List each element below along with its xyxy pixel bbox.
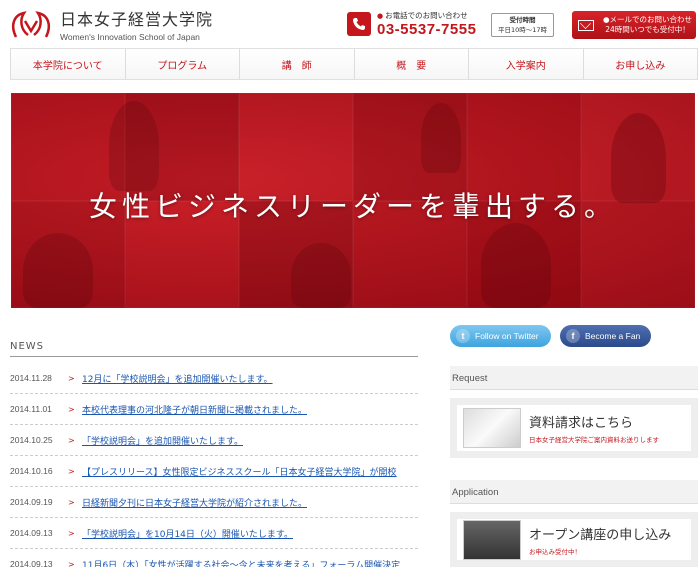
arrow-right-icon: > — [68, 559, 75, 567]
arrow-right-icon: > — [68, 373, 75, 383]
facebook-icon: f — [566, 329, 580, 343]
news-link[interactable]: 11月6日（木）「女性が活躍する社会〜今と未来を考える」フォーラム開催決定 — [82, 558, 400, 567]
news-date: 2014.09.13 — [10, 528, 53, 538]
twitter-follow-button[interactable]: t Follow on Twitter — [450, 325, 551, 347]
application-heading: Application — [450, 480, 698, 504]
nav-item-about[interactable]: 本学院について — [10, 49, 126, 79]
list-item: 2014.10.16 > 【プレスリリース】女性限定ビジネススクール「日本女子経… — [10, 456, 418, 487]
facebook-label: Become a Fan — [585, 331, 641, 341]
application-banner[interactable]: オープン講座の申し込み お申込み受付中！ — [450, 512, 698, 567]
news-date: 2014.11.01 — [10, 404, 52, 414]
site-logo[interactable]: 日本女子経営大学院 Women's Innovation School of J… — [8, 6, 213, 42]
news-link[interactable]: 「学校説明会」を10月14日（火）開催いたします。 — [82, 527, 293, 540]
lecture-hall-image — [463, 519, 521, 560]
news-link[interactable]: 本校代表理事の河北隆子が朝日新聞に掲載されました。 — [82, 403, 307, 416]
list-item: 2014.11.01 > 本校代表理事の河北隆子が朝日新聞に掲載されました。 — [10, 394, 418, 425]
twitter-label: Follow on Twitter — [475, 331, 539, 341]
request-title: 資料請求はこちら — [529, 416, 634, 431]
site-header: 日本女子経営大学院 Women's Innovation School of J… — [0, 0, 700, 48]
arrow-right-icon: > — [68, 497, 75, 507]
request-banner[interactable]: 資料請求はこちら 日本女子経営大学院ご案内資料お送りします — [450, 398, 698, 458]
hero-headline: 女性ビジネスリーダーを輩出する。 — [88, 190, 617, 223]
news-link[interactable]: 「学校説明会」を追加開催いたします。 — [82, 434, 243, 447]
mail-line1: ●メールでのお問い合わせ — [602, 15, 693, 24]
phone-number[interactable]: 03-5537-7555 — [377, 21, 476, 38]
application-subtitle: お申込み受付中！ — [529, 547, 581, 556]
nav-item-lecturers[interactable]: 講 師 — [240, 49, 355, 79]
hours-value: 平日10時〜17時 — [497, 26, 548, 34]
arrow-right-icon: > — [68, 528, 75, 538]
news-link[interactable]: 【プレスリリース】女性限定ビジネススクール「日本女子経営大学院」が開校 — [82, 465, 397, 478]
request-heading: Request — [450, 366, 698, 390]
news-date: 2014.10.16 — [10, 466, 53, 476]
nav-item-admission[interactable]: 入学案内 — [469, 49, 584, 79]
nav-item-apply[interactable]: お申し込み — [583, 49, 698, 79]
logo-japanese-name: 日本女子経営大学院 — [60, 10, 214, 29]
news-date: 2014.11.28 — [10, 373, 52, 383]
list-item: 2014.09.13 > 「学校説明会」を10月14日（火）開催いたします。 — [10, 518, 418, 549]
mail-icon — [578, 19, 594, 31]
phone-contact: お電話でのお問い合わせ 03-5537-7555 — [347, 10, 476, 38]
arrow-right-icon: > — [68, 404, 75, 414]
list-item: 2014.09.13 > 11月6日（木）「女性が活躍する社会〜今と未来を考える… — [10, 549, 418, 567]
request-subtitle: 日本女子経営大学院ご案内資料お送りします — [529, 436, 659, 444]
news-link[interactable]: 12月に「学校説明会」を追加開催いたします。 — [82, 372, 273, 385]
application-title: オープン講座の申し込み — [529, 527, 672, 543]
arrow-right-icon: > — [68, 435, 75, 445]
phone-icon — [347, 12, 371, 36]
list-item: 2014.10.25 > 「学校説明会」を追加開催いたします。 — [10, 425, 418, 456]
business-hours: 受付時間 平日10時〜17時 — [491, 13, 554, 37]
news-list: 2014.11.28 > 12月に「学校説明会」を追加開催いたします。 2014… — [10, 363, 418, 567]
logo-english-name: Women's Innovation School of Japan — [60, 32, 200, 42]
brochure-image — [463, 408, 521, 448]
global-nav: 本学院について プログラム 講 師 概 要 入学案内 お申し込み — [10, 48, 698, 80]
facebook-fan-button[interactable]: f Become a Fan — [560, 325, 651, 347]
mail-contact-button[interactable]: ●メールでのお問い合わせ 24時間いつでも受付中！ — [572, 11, 696, 39]
hours-title: 受付時間 — [509, 16, 536, 24]
social-buttons: t Follow on Twitter f Become a Fan — [450, 325, 651, 347]
phone-caption: お電話でのお問い合わせ — [377, 10, 476, 21]
mail-line2: 24時間いつでも受付中！ — [605, 25, 690, 34]
nav-item-overview[interactable]: 概 要 — [354, 49, 469, 79]
arrow-right-icon: > — [68, 466, 75, 476]
news-heading: NEWS — [10, 341, 418, 357]
hero-banner: 女性ビジネスリーダーを輩出する。 — [11, 93, 695, 308]
nav-item-program[interactable]: プログラム — [125, 49, 240, 79]
list-item: 2014.11.28 > 12月に「学校説明会」を追加開催いたします。 — [10, 363, 418, 394]
news-date: 2014.09.13 — [10, 559, 53, 567]
news-date: 2014.10.25 — [10, 435, 53, 445]
news-link[interactable]: 日経新聞夕刊に日本女子経営大学院が紹介されました。 — [82, 496, 307, 509]
twitter-icon: t — [456, 329, 470, 343]
logo-mark-icon — [12, 11, 50, 38]
news-date: 2014.09.19 — [10, 497, 53, 507]
list-item: 2014.09.19 > 日経新聞夕刊に日本女子経営大学院が紹介されました。 — [10, 487, 418, 518]
